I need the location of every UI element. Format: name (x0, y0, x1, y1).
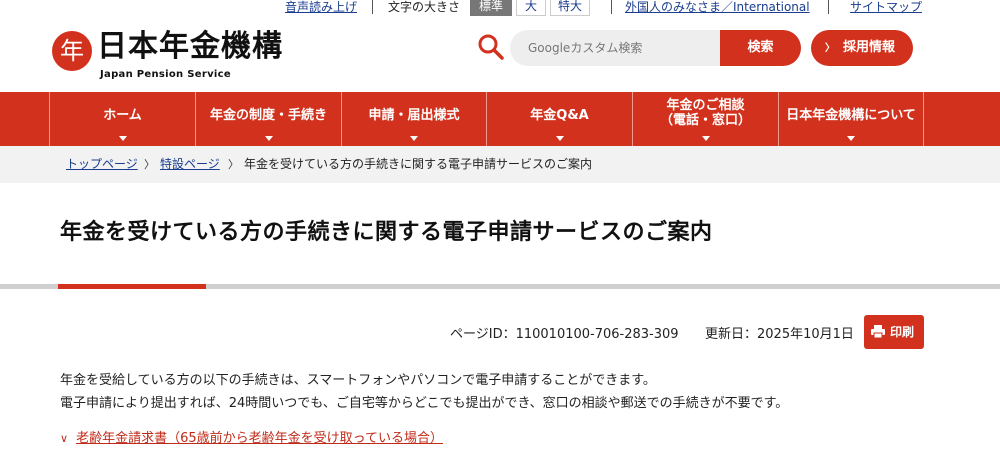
intro-paragraph-1: 年金を受給している方の以下の手続きは、スマートフォンやパソコンで電子申請すること… (60, 373, 656, 388)
divider (611, 0, 612, 14)
printer-icon (871, 325, 885, 338)
nav-item-label: 年金の制度・手続き (209, 108, 327, 123)
intro-paragraph-2: 電子申請により提出すれば、24時間いつでも、ご自宅等からどこでも提出ができ、窓口… (60, 396, 789, 411)
title-underline-accent (58, 284, 206, 289)
caret-down-icon (264, 136, 273, 141)
print-button[interactable]: 印刷 (864, 315, 924, 349)
sitemap-link[interactable]: サイトマップ (850, 0, 922, 14)
search-icon (478, 34, 504, 60)
updated-date: 更新日：2025年10月1日 (705, 327, 854, 342)
site-logo[interactable]: 日本年金機構 (97, 30, 283, 64)
chevron-right-icon: 〉 (228, 158, 239, 171)
chevron-down-icon: ∨ (60, 432, 69, 445)
site-header: 年 日本年金機構 Japan Pension Service Googleカスタ… (0, 22, 1000, 92)
nav-item-forms[interactable]: 申請・届出様式 (341, 92, 486, 146)
text-size-label: 文字の大きさ (388, 0, 461, 14)
caret-down-icon (847, 136, 855, 141)
read-aloud-link[interactable]: 音声読み上げ (285, 0, 357, 14)
page-id: ページID：110010100-706-283-309 (450, 327, 679, 342)
nav-item-system[interactable]: 年金の制度・手続き (195, 92, 341, 146)
recruit-button-label: 採用情報 (843, 40, 896, 55)
link-label: 老齢年金請求書（65歳前から老齢年金を受け取っている場合） (76, 431, 443, 446)
recruit-button[interactable]: 〉採用情報 (811, 30, 913, 66)
link-old-age-pension-claim[interactable]: ∨ 老齢年金請求書（65歳前から老齢年金を受け取っている場合） (60, 427, 443, 446)
breadcrumb-link-special[interactable]: 特設ページ (160, 146, 220, 183)
page-title: 年金を受けている方の手続きに関する電子申請サービスのご案内 (60, 220, 713, 245)
breadcrumb-current: 年金を受けている方の手続きに関する電子申請サービスのご案内 (244, 157, 593, 171)
text-size-xlarge-button[interactable]: 特大 (550, 0, 590, 16)
global-nav: ホーム 年金の制度・手続き 申請・届出様式 年金Q&A 年金のご相談 （電話・窓… (0, 92, 1000, 146)
caret-down-icon (410, 136, 418, 141)
chevron-right-icon: 〉 (144, 158, 155, 171)
caret-down-icon (118, 136, 127, 141)
logo-icon[interactable]: 年 (52, 31, 92, 71)
caret-down-icon (555, 136, 564, 141)
search-input[interactable]: Googleカスタム検索 (510, 30, 722, 66)
nav-item-consultation[interactable]: 年金のご相談 （電話・窓口） (632, 92, 778, 146)
breadcrumb: トップページ 〉 特設ページ 〉 年金を受けている方の手続きに関する電子申請サー… (0, 146, 1000, 183)
title-underline (0, 284, 1000, 289)
international-link[interactable]: 外国人のみなさま／International (625, 0, 810, 14)
nav-item-label: 日本年金機構について (786, 108, 916, 123)
divider (828, 0, 829, 14)
text-size-large-button[interactable]: 大 (516, 0, 546, 16)
nav-item-label: ホーム (103, 108, 142, 123)
print-button-label: 印刷 (890, 325, 915, 339)
nav-item-home[interactable]: ホーム (49, 92, 195, 146)
search-button[interactable]: 検索 (720, 30, 801, 66)
breadcrumb-link-top[interactable]: トップページ (66, 146, 138, 183)
nav-item-label: 申請・届出様式 (368, 108, 460, 123)
chevron-right-icon: 〉 (825, 43, 835, 54)
utility-bar: 音声読み上げ 文字の大きさ 標準 大 特大 外国人のみなさま／Internati… (0, 0, 1000, 20)
nav-item-about[interactable]: 日本年金機構について (778, 92, 924, 146)
divider (372, 0, 373, 14)
caret-down-icon (701, 136, 710, 141)
site-logo-subtitle: Japan Pension Service (100, 69, 231, 80)
text-size-standard-button[interactable]: 標準 (470, 0, 512, 16)
nav-item-qa[interactable]: 年金Q&A (486, 92, 632, 146)
nav-item-label: 年金Q&A (530, 108, 589, 123)
nav-item-label: 年金のご相談 （電話・窓口） (659, 98, 751, 128)
